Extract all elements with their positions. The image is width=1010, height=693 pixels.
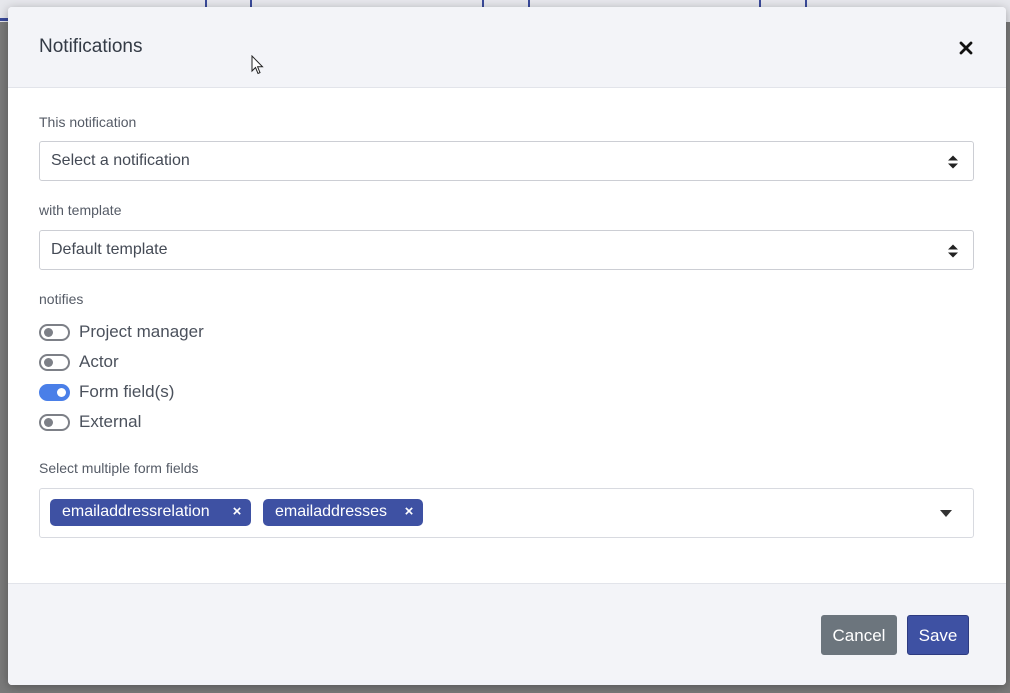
tag-label: emailaddresses <box>275 503 388 520</box>
selected-tag: emailaddressrelation × <box>50 499 251 526</box>
toggle-row-form-fields[interactable]: Form field(s) <box>39 381 174 403</box>
project-manager-toggle[interactable] <box>39 323 70 341</box>
external-toggle[interactable] <box>39 413 70 431</box>
remove-tag-icon[interactable]: × <box>402 504 416 520</box>
notifications-modal: Notifications This notification Select a… <box>8 7 1006 685</box>
form-fields-select-label: Select multiple form fields <box>39 460 199 476</box>
template-label: with template <box>39 202 122 218</box>
toggle-knob <box>44 417 53 427</box>
form-fields-toggle[interactable] <box>39 383 70 401</box>
actor-toggle[interactable] <box>39 353 70 371</box>
remove-tag-icon[interactable]: × <box>230 504 244 520</box>
template-select[interactable]: Default template <box>39 230 974 270</box>
background-accent-line <box>0 18 8 21</box>
toggle-row-external[interactable]: External <box>39 411 141 433</box>
template-select-value: Default template <box>51 241 168 258</box>
mouse-cursor-icon <box>251 55 264 75</box>
chevron-down-icon[interactable] <box>940 510 952 517</box>
sort-caret-icon <box>948 155 958 169</box>
modal-title: Notifications <box>39 36 143 57</box>
toggle-knob <box>57 387 66 397</box>
notifies-label: notifies <box>39 291 84 307</box>
close-icon <box>959 41 973 55</box>
selected-tag: emailaddresses × <box>263 499 423 526</box>
project-manager-label: Project manager <box>79 322 204 341</box>
tag-label: emailaddressrelation <box>62 503 210 520</box>
close-button[interactable] <box>954 36 978 60</box>
actor-label: Actor <box>79 352 119 371</box>
modal-footer: Cancel Save <box>8 583 1006 685</box>
external-label: External <box>79 412 142 431</box>
form-fields-label: Form field(s) <box>79 382 175 401</box>
toggle-knob <box>44 357 53 367</box>
save-button[interactable]: Save <box>907 615 969 655</box>
form-fields-multiselect[interactable]: emailaddressrelation × emailaddresses × <box>39 488 974 538</box>
modal-header: Notifications <box>8 7 1006 88</box>
toggle-knob <box>44 327 53 337</box>
sort-caret-icon <box>948 244 958 258</box>
cancel-button[interactable]: Cancel <box>821 615 897 655</box>
notification-select-value: Select a notification <box>51 152 190 169</box>
toggle-row-project-manager[interactable]: Project manager <box>39 321 204 343</box>
toggle-row-actor[interactable]: Actor <box>39 351 119 373</box>
notification-select[interactable]: Select a notification <box>39 141 974 181</box>
notification-label: This notification <box>39 114 137 130</box>
